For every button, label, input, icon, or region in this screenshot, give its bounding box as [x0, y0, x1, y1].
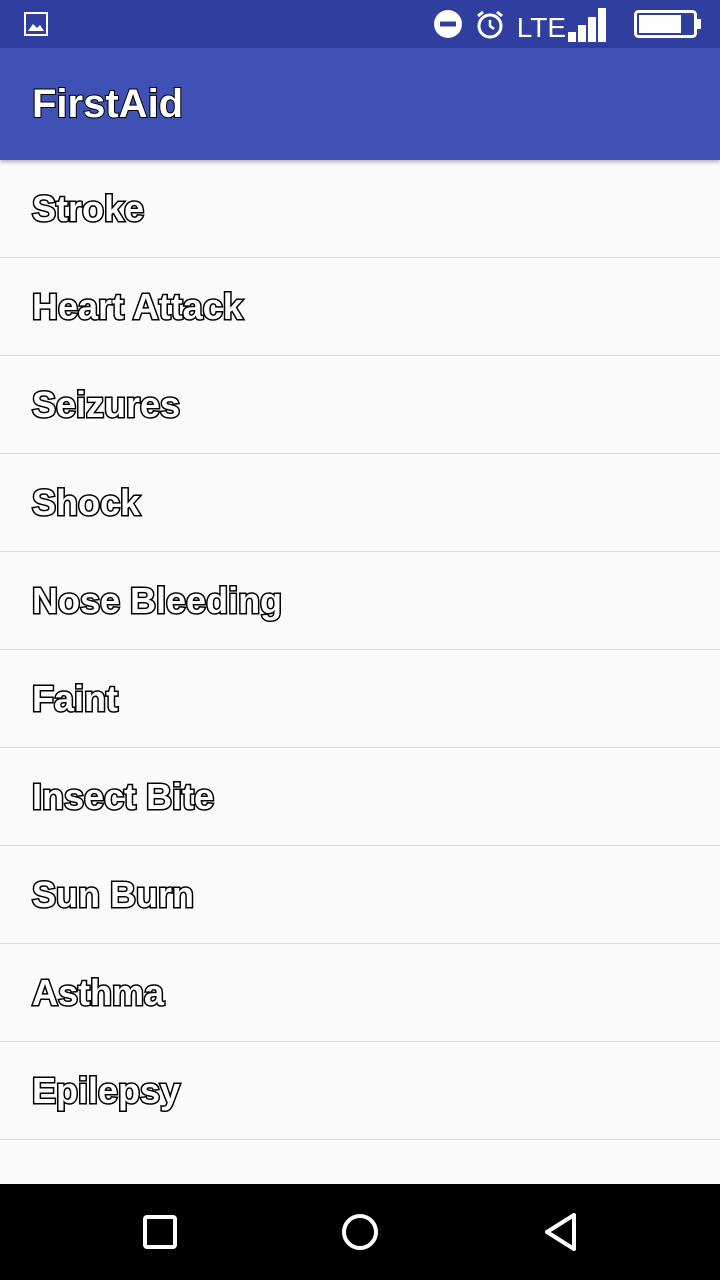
- navigation-bar: [0, 1184, 720, 1280]
- list-item[interactable]: Sun Burn: [0, 846, 720, 944]
- list-item-label: Insect Bite: [30, 774, 215, 818]
- gallery-icon: [24, 12, 48, 36]
- recent-apps-button[interactable]: [136, 1208, 184, 1256]
- list-item[interactable]: Asthma: [0, 944, 720, 1042]
- list-item[interactable]: Shock: [0, 454, 720, 552]
- first-aid-topic-list[interactable]: Stroke Heart Attack Seizures Shock Nose …: [0, 160, 720, 1184]
- list-item-label: Shock: [30, 480, 141, 524]
- back-button[interactable]: [536, 1208, 584, 1256]
- list-item-label: Stroke: [30, 186, 145, 230]
- battery-icon: [634, 10, 701, 38]
- list-item[interactable]: Heart Attack: [0, 258, 720, 356]
- network-type-label: LTE: [516, 12, 566, 43]
- home-icon: [342, 1214, 378, 1250]
- list-item[interactable]: Faint: [0, 650, 720, 748]
- status-bar: LTE: [0, 0, 720, 48]
- list-item-label: Faint: [31, 676, 120, 720]
- app-title: FirstAid: [31, 81, 184, 127]
- list-item[interactable]: Nose Bleeding: [0, 552, 720, 650]
- list-item-label: Seizures: [30, 382, 181, 426]
- list-item[interactable]: Stroke: [0, 160, 720, 258]
- list-item-label: Epilepsy: [30, 1068, 181, 1112]
- list-item-label: Asthma: [30, 970, 165, 1014]
- back-icon: [545, 1213, 576, 1251]
- list-item[interactable]: Insect Bite: [0, 748, 720, 846]
- list-item[interactable]: Epilepsy: [0, 1042, 720, 1140]
- list-item-label: Sun Burn: [31, 872, 196, 916]
- signal-icon: [568, 8, 606, 42]
- recent-apps-icon: [143, 1215, 177, 1249]
- home-button[interactable]: [336, 1208, 384, 1256]
- app-bar: FirstAid: [0, 48, 720, 160]
- list-item-label: Heart Attack: [31, 284, 245, 328]
- list-item[interactable]: Seizures: [0, 356, 720, 454]
- alarm-icon: [476, 10, 503, 39]
- list-item-label: Nose Bleeding: [30, 578, 283, 622]
- do-not-disturb-icon: [433, 10, 462, 38]
